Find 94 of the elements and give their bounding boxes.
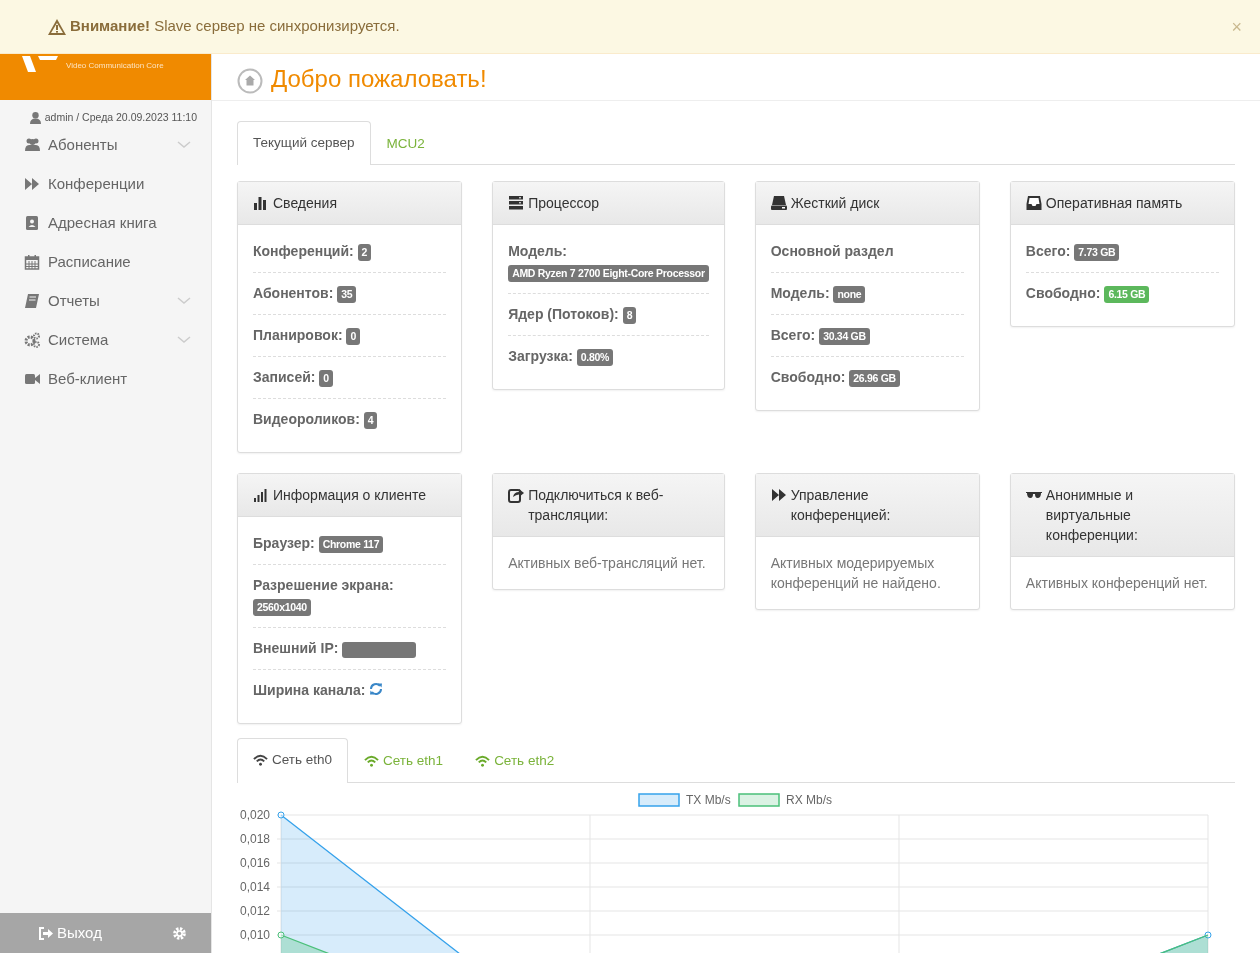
field-label: Внешний IP: bbox=[253, 640, 339, 657]
legend-label: TX Mb/s bbox=[686, 792, 731, 807]
bar-chart-icon bbox=[253, 195, 269, 212]
wifi-icon bbox=[253, 754, 268, 767]
field-label: Ширина канала: bbox=[253, 682, 366, 699]
logo-caption: Video Communication Core bbox=[66, 60, 164, 72]
sidebar-item[interactable]: Конференции bbox=[0, 164, 211, 204]
value-badge: Chrome 117 bbox=[318, 536, 384, 553]
user-info: admin / Среда 20.09.2023 11:10 bbox=[44, 110, 197, 125]
sidebar-item[interactable]: Адресная книга bbox=[0, 203, 211, 243]
value-badge: 6.15 GB bbox=[1104, 286, 1150, 303]
data-point bbox=[277, 931, 285, 938]
tick-label: 0,020 bbox=[239, 807, 270, 822]
server-icon bbox=[508, 195, 525, 212]
field-label: Свободно: bbox=[1025, 285, 1101, 302]
field-label: Конференций: bbox=[253, 243, 354, 260]
logout-icon bbox=[38, 926, 53, 940]
value-badge: 2 bbox=[357, 244, 372, 261]
page-title: Добро пожаловать! bbox=[271, 65, 487, 94]
wifi-icon bbox=[475, 754, 491, 767]
panel-message: Активных конференций нет. bbox=[1025, 574, 1209, 594]
contact-card-icon bbox=[24, 215, 40, 232]
share-icon bbox=[508, 487, 525, 504]
value-badge: 8 bbox=[622, 307, 637, 324]
value-badge: 26.96 GB bbox=[849, 370, 900, 387]
gears-icon bbox=[24, 332, 40, 349]
logo-drawing bbox=[22, 56, 58, 72]
settings-icon bbox=[172, 925, 187, 941]
field-label: Разрешение экрана: bbox=[253, 577, 394, 594]
tick-label: 0,016 bbox=[239, 855, 270, 870]
field-label: Браузер: bbox=[253, 535, 315, 552]
field-label: Всего: bbox=[770, 327, 816, 344]
sidebar-item[interactable]: Веб-клиент bbox=[0, 359, 211, 399]
signal-icon bbox=[253, 487, 269, 504]
panel-title: Анонимные и виртуальные конференции: bbox=[1045, 486, 1139, 546]
sidebar-item[interactable]: Абоненты bbox=[0, 125, 211, 165]
value-badge: 0.80% bbox=[576, 349, 614, 366]
panel-message: Активных модерируемых конференций не найдено. bbox=[770, 554, 942, 594]
inbox-icon bbox=[1025, 195, 1042, 212]
field-label: Ядер (Потоков): bbox=[508, 306, 619, 323]
field-label: Абонентов: bbox=[253, 285, 334, 302]
panel-message: Активных веб-трансляций нет. bbox=[508, 554, 707, 574]
panel-title: Процессор bbox=[528, 194, 600, 214]
value-badge: 0 bbox=[319, 370, 333, 387]
tab[interactable]: Сеть eth0 bbox=[237, 738, 349, 783]
panel-title: Жесткий диск bbox=[790, 194, 880, 214]
tab[interactable]: Текущий сервер bbox=[237, 121, 371, 166]
user-icon bbox=[29, 111, 41, 124]
field-label: Видеороликов: bbox=[253, 411, 360, 428]
value-badge: 35 bbox=[337, 286, 357, 303]
field-label: Модель: bbox=[508, 243, 567, 260]
users-icon bbox=[24, 137, 40, 154]
panel-title: Сведения bbox=[273, 194, 337, 214]
hard-drive-icon bbox=[770, 195, 787, 212]
panel-title: Оперативная память bbox=[1045, 194, 1183, 214]
field-label: Свободно: bbox=[770, 369, 846, 386]
field-label: Планировок: bbox=[253, 327, 343, 344]
wifi-icon bbox=[364, 754, 380, 767]
refresh-icon bbox=[369, 682, 384, 697]
tick-label: 0,012 bbox=[239, 903, 270, 918]
value-badge: 7.73 GB bbox=[1074, 244, 1120, 261]
sidebar-item[interactable]: Отчеты bbox=[0, 281, 211, 321]
panel-title: Информация о клиенте bbox=[273, 486, 427, 506]
field-label: Загрузка: bbox=[508, 348, 573, 365]
tick-label: 0,018 bbox=[239, 831, 270, 846]
value-badge: 4 bbox=[363, 412, 378, 429]
field-label: Записей: bbox=[253, 369, 316, 386]
sidebar-item[interactable]: Система bbox=[0, 320, 211, 360]
value-badge: 0 bbox=[346, 328, 360, 345]
sidebar-item[interactable]: Расписание bbox=[0, 242, 211, 282]
tick-label: 0,014 bbox=[239, 879, 270, 894]
legend-label: RX Mb/s bbox=[786, 792, 832, 807]
field-label: Модель: bbox=[770, 285, 830, 302]
legend-swatch bbox=[638, 792, 680, 807]
tick-label: 0,010 bbox=[239, 927, 270, 942]
book-icon bbox=[24, 293, 40, 310]
legend-swatch bbox=[738, 792, 780, 807]
value-badge: 2560x1040 bbox=[253, 599, 311, 616]
section-heading: Основной раздел bbox=[770, 243, 894, 260]
data-point bbox=[277, 811, 285, 818]
value-badge: none bbox=[833, 286, 866, 303]
calendar-icon bbox=[24, 254, 40, 271]
alert-message: Внимание! Slave сервер не синхронизируется. bbox=[70, 16, 401, 37]
field-label: Всего: bbox=[1025, 243, 1071, 260]
glasses-icon bbox=[1025, 492, 1042, 499]
value-badge: 30.34 GB bbox=[819, 328, 870, 345]
panel-title: Управление конференцией: bbox=[790, 486, 892, 526]
fast-forward-icon bbox=[24, 176, 40, 193]
warning-icon bbox=[48, 18, 66, 35]
fast-forward-icon bbox=[770, 487, 787, 504]
panel-title: Подключиться к веб-трансляции: bbox=[528, 486, 665, 526]
value-badge: AMD Ryzen 7 2700 Eight-Core Processor bbox=[508, 265, 709, 282]
data-point bbox=[1204, 931, 1212, 938]
home-icon bbox=[237, 68, 263, 94]
